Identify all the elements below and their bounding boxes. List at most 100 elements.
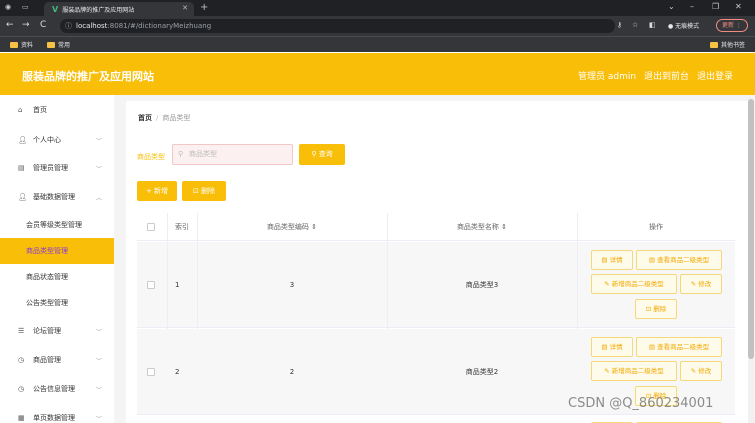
- breadcrumb-current: 商品类型: [162, 114, 191, 122]
- content-panel: 首页 / 商品类型 商品类型 ⚲ 商品类型 ⚲ 查询 + 新增 ⊡ 删除 索引 商品类…: [126, 101, 748, 423]
- cell-index: 1: [175, 281, 180, 289]
- sidebar-item-profile[interactable]: 👤︎ 个人中心 ﹀: [0, 127, 114, 153]
- sidebar-item-single-page[interactable]: ▦ 单页数据管理 ﹀: [0, 405, 114, 423]
- header-name[interactable]: 商品类型名称 ⇕: [387, 213, 577, 241]
- sidebar-item-admin[interactable]: ▤ 管理员管理 ﹀: [0, 155, 114, 181]
- home-icon: ⌂: [18, 106, 23, 114]
- address-bar-row: ← → C ⓘ localhost:8081/#/dictionaryMeizh…: [0, 16, 755, 36]
- sidebar: ⌂ 首页 👤︎ 个人中心 ﹀ ▤ 管理员管理 ﹀ 👤︎ 基础数据管理 ︿ 会员等级类型管理 商…: [0, 95, 114, 423]
- info-icon[interactable]: ⓘ: [65, 19, 72, 33]
- other-bookmarks[interactable]: 其他书签: [710, 40, 745, 49]
- forum-icon: ☰: [18, 327, 25, 335]
- cell-name: 商品类型3: [465, 281, 499, 289]
- row-checkbox[interactable]: [147, 281, 155, 289]
- user-icon: 👤︎: [18, 193, 27, 201]
- edit-button[interactable]: ✎ 修改: [680, 361, 722, 381]
- tab-list-icon[interactable]: ▭: [22, 3, 29, 11]
- reload-icon[interactable]: C: [40, 20, 46, 30]
- sidebar-item-home[interactable]: ⌂ 首页: [0, 97, 114, 123]
- chevron-down-icon: ﹀: [95, 357, 102, 365]
- admin-icon: ▤: [18, 164, 25, 172]
- header-code[interactable]: 商品类型编码 ⇕: [197, 213, 387, 241]
- bookmarks-bar: 资料 常用 其他书签: [0, 36, 755, 52]
- app-title: 服装品牌的推广及应用网站: [22, 70, 154, 83]
- logout-link[interactable]: 退出登录: [697, 69, 733, 82]
- incognito-icon: ●: [668, 23, 674, 30]
- plus-icon: +: [145, 187, 152, 195]
- main-area: 首页 / 商品类型 商品类型 ⚲ 商品类型 ⚲ 查询 + 新增 ⊡ 删除 索引 商品类…: [114, 95, 755, 423]
- star-icon[interactable]: ☆: [632, 21, 638, 29]
- folder-icon: [10, 41, 18, 48]
- app-header: 服装品牌的推广及应用网站 管理员 admin 退出到前台 退出登录: [0, 53, 755, 95]
- search-input[interactable]: ⚲ 商品类型: [172, 144, 293, 165]
- row-checkbox[interactable]: [147, 368, 155, 376]
- search-icon: ⚲: [311, 150, 317, 158]
- back-icon[interactable]: ←: [6, 20, 14, 30]
- new-tab-icon[interactable]: +: [200, 2, 208, 13]
- minimize-icon[interactable]: –: [690, 2, 694, 11]
- chevron-down-icon: ﹀: [95, 415, 102, 423]
- browser-tab[interactable]: V 服装品牌的推广及应用网站 ✕: [44, 2, 194, 16]
- url-input[interactable]: ⓘ localhost:8081/#/dictionaryMeizhuang: [60, 19, 615, 33]
- scrollbar-thumb[interactable]: [748, 99, 754, 359]
- forward-icon[interactable]: →: [22, 20, 30, 30]
- notice-icon: ◷: [18, 385, 25, 393]
- add-subtype-button[interactable]: ✎ 新增商品二级类型: [591, 274, 677, 294]
- sidebar-icon[interactable]: ◧: [649, 21, 656, 29]
- breadcrumb-home[interactable]: 首页: [138, 114, 152, 122]
- edit-button[interactable]: ✎ 修改: [680, 274, 722, 294]
- folder-icon: [47, 41, 55, 48]
- document-icon: ▤: [648, 256, 656, 264]
- select-all-checkbox[interactable]: [147, 223, 155, 231]
- document-icon: ▤: [601, 256, 608, 264]
- chevron-down-icon: ﹀: [95, 165, 102, 173]
- browser-tabbar: ◉ ▭ V 服装品牌的推广及应用网站 ✕ + ⌄ – ❐ ✕: [0, 0, 755, 16]
- sidebar-subitem-member-level[interactable]: 会员等级类型管理: [0, 212, 114, 238]
- edit-icon: ✎: [690, 280, 697, 288]
- detail-button[interactable]: ▤ 详情: [591, 250, 633, 270]
- page-icon: ▦: [18, 414, 25, 422]
- add-button[interactable]: + 新增: [137, 181, 177, 201]
- cell-name: 商品类型2: [465, 368, 499, 376]
- chevron-down-icon: ﹀: [95, 137, 102, 145]
- trash-icon: ⊡: [645, 305, 652, 313]
- chrome-icon[interactable]: ◉: [5, 3, 11, 11]
- cell-index: 2: [175, 368, 180, 376]
- edit-icon: ✎: [690, 367, 697, 375]
- incognito-label[interactable]: ● 无痕模式: [668, 21, 699, 30]
- document-icon: ▤: [601, 343, 608, 351]
- sidebar-item-notice[interactable]: ◷ 公告信息管理 ﹀: [0, 376, 114, 402]
- product-icon: ◷: [18, 356, 25, 364]
- table-header: 索引 商品类型编码 ⇕ 商品类型名称 ⇕ 操作: [137, 213, 735, 241]
- edit-icon: ✎: [604, 280, 610, 288]
- page-scrollbar[interactable]: [748, 97, 754, 423]
- tab-search-icon[interactable]: ⌄: [668, 2, 675, 11]
- delete-button[interactable]: ⊡ 删除: [182, 181, 226, 201]
- restore-icon[interactable]: ❐: [712, 2, 719, 11]
- sort-icon: ⇕: [311, 223, 318, 231]
- admin-label: 管理员 admin: [578, 72, 637, 82]
- view-subtype-button[interactable]: ▤ 查看商品二级类型: [636, 337, 722, 357]
- view-subtype-button[interactable]: ▤ 查看商品二级类型: [636, 250, 722, 270]
- bookmark-folder-2[interactable]: 常用: [47, 40, 70, 49]
- close-tab-icon[interactable]: ✕: [182, 4, 188, 12]
- search-icon: ⚲: [178, 150, 184, 158]
- bookmark-folder-1[interactable]: 资料: [10, 40, 33, 49]
- sidebar-subitem-product-status[interactable]: 商品状态管理: [0, 264, 114, 290]
- update-button[interactable]: 更新 ⋮: [716, 19, 748, 32]
- header-index: 索引: [175, 223, 189, 231]
- table-row: 1 3 商品类型3 ▤ 详情 ▤ 查看商品二级类型 ✎ 新增商品二级类型 ✎ 修…: [137, 242, 735, 328]
- detail-button[interactable]: ▤ 详情: [591, 337, 633, 357]
- sidebar-subitem-product-type[interactable]: 商品类型管理: [0, 238, 114, 264]
- add-subtype-button[interactable]: ✎ 新增商品二级类型: [591, 361, 677, 381]
- sidebar-subitem-notice-type[interactable]: 公告类型管理: [0, 290, 114, 316]
- window-close-icon[interactable]: ✕: [735, 2, 742, 11]
- row-delete-button[interactable]: ⊡ 删除: [635, 299, 677, 319]
- user-icon: 👤︎: [18, 136, 27, 144]
- search-button[interactable]: ⚲ 查询: [299, 144, 345, 165]
- sidebar-item-product[interactable]: ◷ 商品管理 ﹀: [0, 347, 114, 373]
- sidebar-item-forum[interactable]: ☰ 论坛管理 ﹀: [0, 318, 114, 344]
- key-icon[interactable]: ⚷: [617, 21, 622, 29]
- back-to-front-link[interactable]: 退出到前台: [644, 69, 689, 82]
- sidebar-item-basic-data[interactable]: 👤︎ 基础数据管理 ︿: [0, 184, 114, 210]
